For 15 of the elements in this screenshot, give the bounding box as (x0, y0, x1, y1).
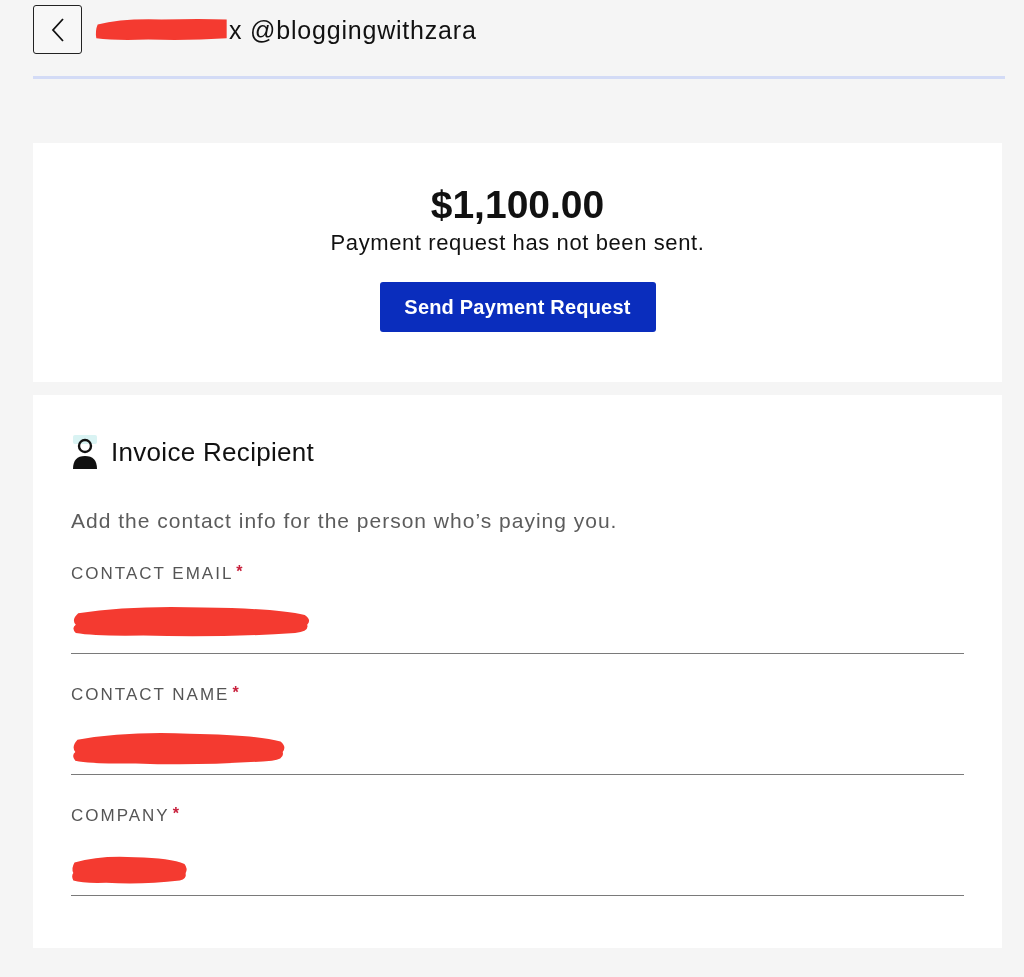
status-text: Payment request has not been sent. (330, 230, 705, 256)
field-label: COMPANY (71, 805, 170, 827)
back-button[interactable] (33, 5, 82, 54)
required-mark: * (232, 684, 239, 702)
required-mark: * (236, 563, 243, 581)
chevron-left-icon (50, 17, 65, 42)
page-title: x @bloggingwithzara (229, 14, 477, 45)
section-description: Add the contact info for the person who’s paying you. (71, 509, 619, 533)
section-title: Invoice Recipient (111, 437, 315, 467)
required-mark: * (172, 805, 179, 823)
field-label: CONTACT NAME (71, 684, 230, 706)
field-label: CONTACT EMAIL (71, 563, 234, 585)
amount-text: $1,100.00 (430, 183, 605, 227)
send-payment-request-button[interactable]: Send Payment Request (379, 282, 656, 332)
person-icon (72, 435, 98, 469)
